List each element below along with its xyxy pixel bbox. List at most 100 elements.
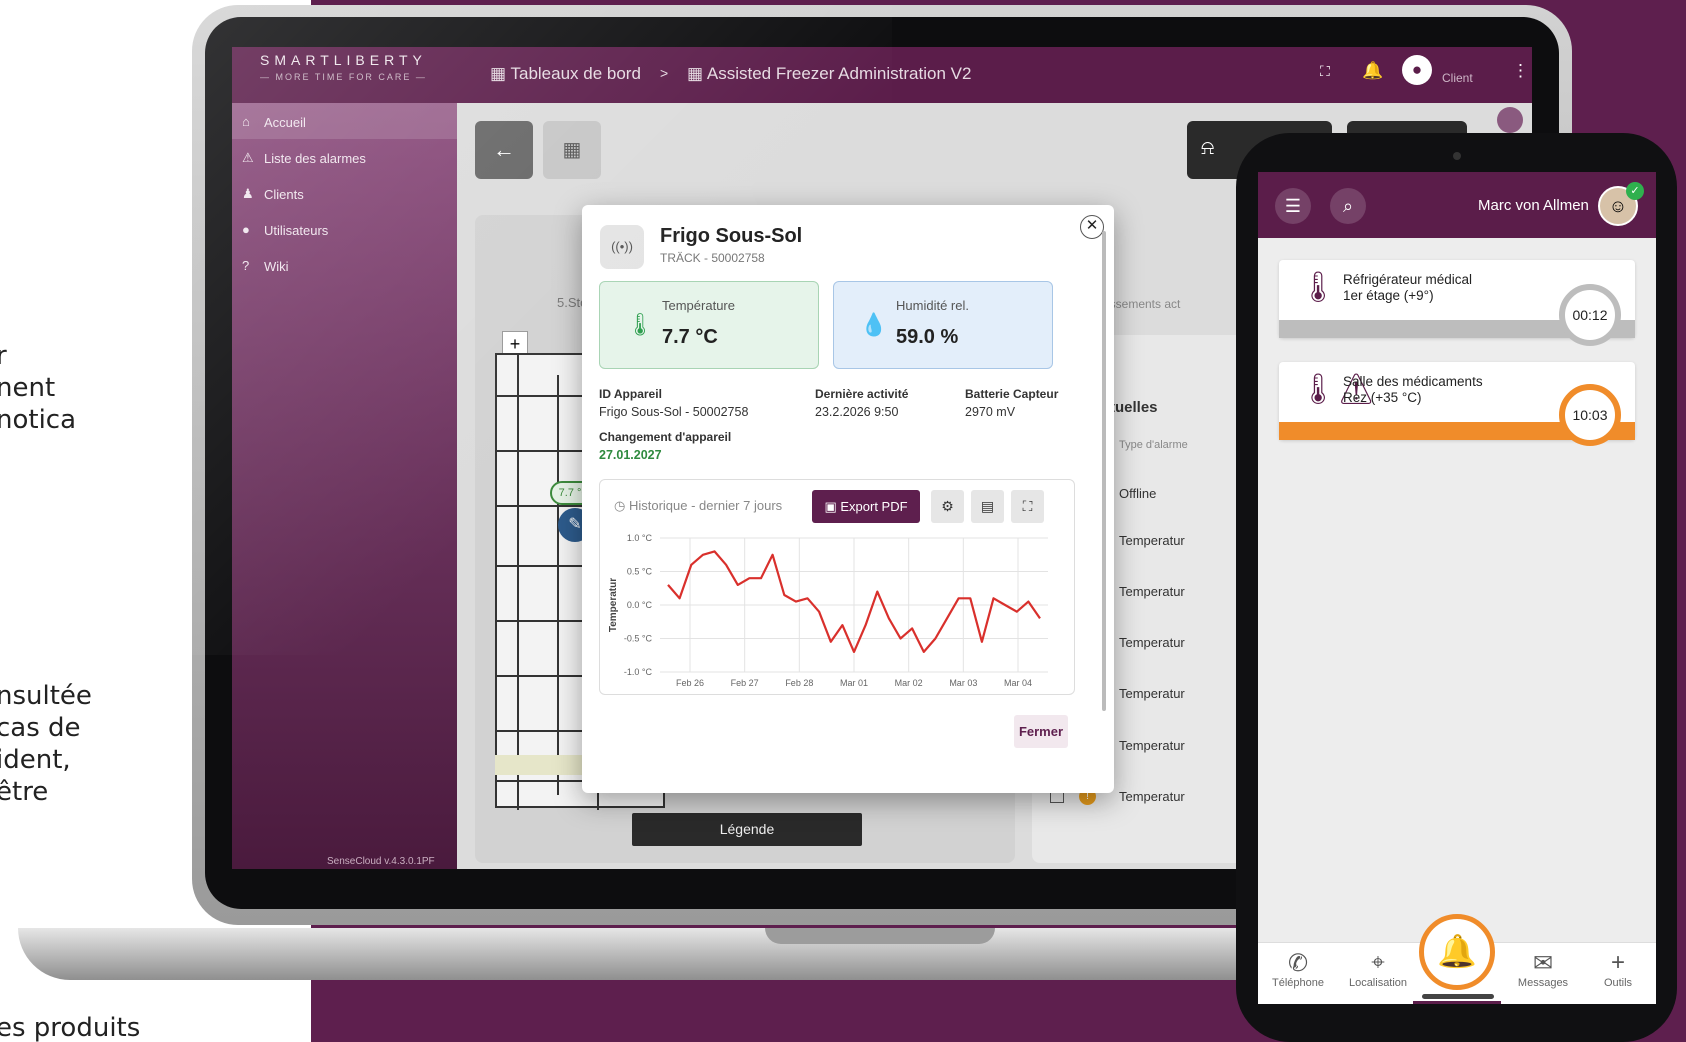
last-activity-label: Dernière activité (815, 387, 909, 401)
home-indicator (1422, 994, 1494, 999)
alarm-timer: 00:12 (1559, 284, 1621, 346)
phone-camera (1453, 152, 1461, 160)
home-icon: ⌂ (242, 114, 250, 129)
x-tick-label: Mar 01 (840, 678, 868, 688)
history-line-chart: 1.0 °C 0.5 °C 0.0 °C -0.5 °C -1.0 °C Feb 26 Fe… (608, 533, 1048, 688)
help-icon: ? (242, 258, 250, 273)
phone-screen: ☰ ⌕ Marc von Allmen ☺ ✓ 🌡 Réfrigérateur … (1258, 172, 1656, 1004)
y-tick-label: 0.5 °C (627, 567, 653, 577)
alarm-card-medroom[interactable]: 🌡⚠ Salle des médicaments Rez (+35 °C) 10:… (1279, 362, 1635, 446)
right-panel-header: issements act (1107, 297, 1181, 311)
thermometer-icon: 🌡 (1299, 271, 1338, 304)
plus-icon: + (1610, 949, 1625, 976)
device-change-label: Changement d'appareil (599, 430, 732, 444)
device-id-label: ID Appareil (599, 387, 662, 401)
app-logo-tagline: — MORE TIME FOR CARE — (260, 72, 427, 82)
x-tick-label: Mar 03 (949, 678, 977, 688)
history-title: ◷ Historique - dernier 7 jours (614, 498, 783, 513)
modal-subtitle: TRÄCK - 50002758 (660, 251, 765, 265)
tab-messages[interactable]: Messages (1503, 977, 1583, 989)
alarm-title: Salle des médicaments Rez (+35 °C) (1343, 374, 1483, 405)
search-icon[interactable]: ⌕ (1330, 188, 1366, 224)
x-tick-label: Feb 28 (785, 678, 813, 688)
settings-button[interactable]: ⚙ (931, 490, 964, 523)
tab-localisation[interactable]: Localisation (1338, 977, 1418, 989)
x-tick-label: Mar 02 (895, 678, 923, 688)
tab-telephone[interactable]: Téléphone (1258, 977, 1338, 989)
y-tick-label: -0.5 °C (624, 634, 653, 644)
sidebar-item-utilisateurs[interactable]: ● Utilisateurs (232, 211, 457, 247)
sidebar-item-wiki[interactable]: ? Wiki (232, 247, 457, 283)
more-circle[interactable] (1497, 107, 1523, 133)
alarm-row[interactable]: Temperatur (1119, 738, 1185, 753)
sensor-icon: ((•)) (600, 225, 644, 269)
device-id-value: Frigo Sous-Sol - 50002758 (599, 405, 749, 419)
alarm-row[interactable]: Temperatur (1119, 635, 1185, 650)
alarm-center-button[interactable]: 🔔 (1419, 914, 1495, 990)
alarm-title: Réfrigérateur médical 1er étage (+9°) (1343, 272, 1473, 303)
dashboard-icon: ▦ (687, 64, 707, 83)
building-button[interactable]: ▦ (543, 121, 601, 179)
user-label: Client (1442, 71, 1473, 85)
location-icon: ⌖ (1371, 949, 1385, 976)
user-icon: ● (242, 222, 250, 237)
legend-button[interactable]: Légende (632, 813, 862, 846)
side-text-1: r nent notica (0, 341, 77, 435)
account-icon[interactable]: ● (1402, 55, 1432, 85)
phone-user-name: Marc von Allmen (1478, 197, 1589, 214)
battery-label: Batterie Capteur (965, 387, 1059, 401)
breadcrumb-separator: > (660, 65, 669, 81)
app-version: SenseCloud v.4.3.0.1PF (327, 856, 435, 867)
alarm-row[interactable]: Temperatur (1119, 686, 1185, 701)
file-button[interactable]: ▤ (971, 490, 1004, 523)
droplet-icon: 💧 (860, 312, 888, 337)
status-check-icon: ✓ (1626, 182, 1644, 200)
back-button[interactable]: ← (475, 121, 533, 179)
modal-scrollbar[interactable] (1102, 231, 1106, 711)
side-text-3: es produits (0, 1013, 141, 1042)
phone-header: ☰ ⌕ Marc von Allmen ☺ ✓ (1258, 172, 1656, 238)
x-tick-label: Feb 26 (676, 678, 704, 688)
sidebar-item-accueil[interactable]: ⌂ Accueil (232, 103, 457, 139)
x-tick-label: Mar 04 (1004, 678, 1032, 688)
y-tick-label: 0.0 °C (627, 600, 653, 610)
clock-icon: ◷ (614, 498, 629, 513)
fullscreen-icon: ⛶ (1022, 498, 1033, 514)
alarm-row[interactable]: Temperatur (1119, 584, 1185, 599)
alarm-row[interactable]: Temperatur (1119, 533, 1185, 548)
device-change-value: 27.01.2027 (599, 448, 662, 462)
modal-title: Frigo Sous-Sol (660, 225, 803, 247)
y-tick-label: -1.0 °C (624, 667, 653, 677)
sidebar: ⌂ Accueil ⚠ Liste des alarmes ♟ Clients ● Ut… (232, 103, 457, 869)
breadcrumb-current[interactable]: ▦ Assisted Freezer Administration V2 (687, 64, 971, 84)
close-button[interactable]: Fermer (1014, 715, 1068, 748)
fullscreen-button[interactable]: ⛶ (1011, 490, 1044, 523)
alarm-row[interactable]: Temperatur (1119, 789, 1185, 804)
menu-icon[interactable]: ☰ (1275, 188, 1311, 224)
x-tick-label: Feb 27 (731, 678, 759, 688)
battery-value: 2970 mV (965, 405, 1016, 419)
sidebar-item-clients[interactable]: ♟ Clients (232, 175, 457, 211)
fullscreen-icon[interactable]: ⛶ (1320, 63, 1330, 80)
bell-icon[interactable]: 🔔 (1362, 61, 1383, 81)
export-pdf-button[interactable]: ▣ Export PDF (812, 490, 920, 523)
y-axis-label: Temperatur (608, 578, 619, 632)
right-panel-title: tuelles (1110, 399, 1158, 416)
app-logo: SMARTLIBERTY (260, 52, 427, 68)
more-icon[interactable]: ⋮ (1512, 61, 1529, 81)
alarm-row[interactable]: Offline (1119, 486, 1156, 501)
sidebar-item-alarmes[interactable]: ⚠ Liste des alarmes (232, 139, 457, 175)
pdf-icon: ▣ (824, 499, 841, 514)
active-tab-indicator (1413, 1001, 1501, 1004)
tab-outils[interactable]: Outils (1578, 977, 1656, 989)
alarm-card-fridge[interactable]: 🌡 Réfrigérateur médical 1er étage (+9°) 0… (1279, 260, 1635, 346)
app-header: SMARTLIBERTY — MORE TIME FOR CARE — ▦ Ta… (232, 47, 1532, 103)
history-chart-card: ◷ Historique - dernier 7 jours ▣ Export … (599, 479, 1075, 695)
temperature-card: 🌡 Température 7.7 °C (599, 281, 819, 369)
alarm-timer: 10:03 (1559, 384, 1621, 446)
breadcrumb-dashboards[interactable]: ▦ Tableaux de bord (490, 64, 641, 84)
close-icon[interactable]: ✕ (1080, 215, 1104, 239)
last-activity-value: 23.2.2026 9:50 (815, 405, 899, 419)
y-tick-label: 1.0 °C (627, 533, 653, 543)
messages-icon: ✉ (1532, 950, 1554, 977)
